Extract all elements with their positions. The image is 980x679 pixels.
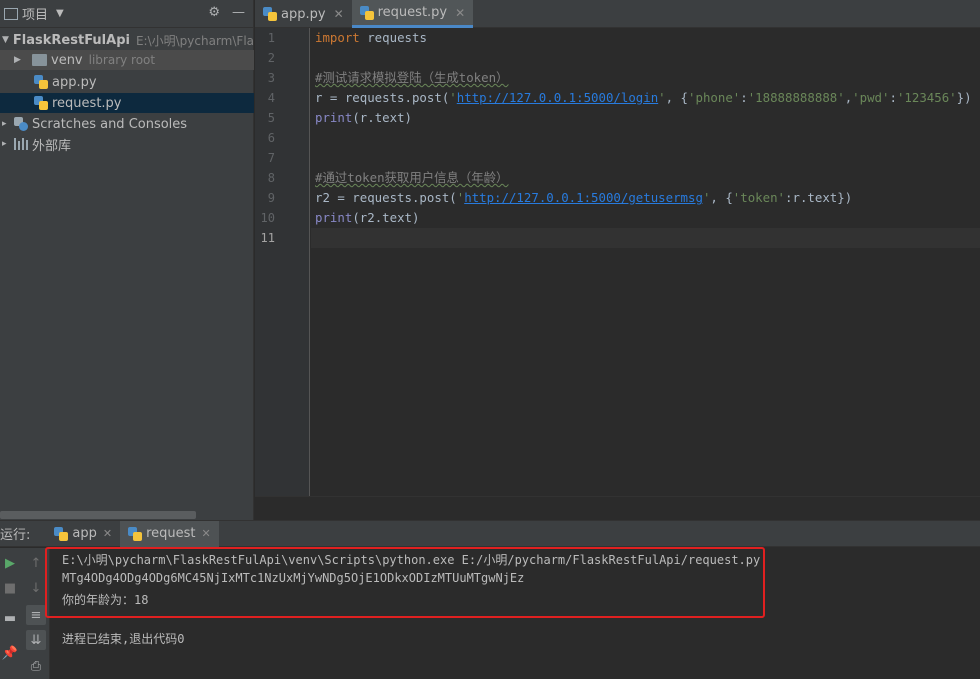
editor-bottom-area <box>255 496 980 520</box>
line-number: 9 <box>267 191 275 205</box>
current-line-highlight <box>311 228 980 248</box>
python-file-icon <box>128 526 143 541</box>
code-line-9: r2 = requests.post('http://127.0.0.1:500… <box>315 190 853 205</box>
arrow-down-icon[interactable]: ↓ <box>26 578 46 598</box>
tree-item-label: 外部库 <box>32 138 72 154</box>
line-number: 3 <box>267 71 275 85</box>
line-number: 11 <box>260 231 275 245</box>
pin-icon[interactable]: 📌 <box>0 643 20 663</box>
horizontal-scrollbar[interactable] <box>0 511 196 519</box>
tab-label: app.py <box>281 6 326 22</box>
console-line: 进程已结束,退出代码0 <box>62 632 185 646</box>
python-file-icon <box>34 96 48 110</box>
run-tab-request[interactable]: request ✕ <box>120 520 219 547</box>
editor-tabs: app.py ✕ request.py ✕ <box>255 0 980 28</box>
tree-item-label: Scratches and Consoles <box>32 116 188 132</box>
python-file-icon <box>54 526 69 541</box>
run-panel-header: 运行: app ✕ request ✕ <box>0 520 980 547</box>
code-line-8: #通过token获取用户信息（年龄） <box>315 170 509 185</box>
tree-item-app-py[interactable]: app.py <box>0 72 254 92</box>
rerun-icon[interactable]: ▶ <box>0 553 20 573</box>
tree-item-path: E:\小明\pycharm\Flas <box>135 33 254 48</box>
soft-wrap-icon[interactable]: ≡ <box>26 605 46 625</box>
close-icon[interactable]: ✕ <box>202 527 211 540</box>
minimize-icon[interactable]: — <box>232 5 245 20</box>
print-icon[interactable]: ⎙ <box>26 656 46 676</box>
line-number-gutter: 1 2 3 4 5 6 7 8 9 10 11 <box>255 28 310 496</box>
python-file-icon <box>263 7 277 21</box>
line-number: 4 <box>267 91 275 105</box>
tree-item-venv[interactable]: ▶ venv library root <box>0 50 254 70</box>
code-line-1: import requests <box>315 30 427 45</box>
expand-arrow-icon[interactable]: ▸ <box>2 139 14 149</box>
code-line-10: print(r2.text) <box>315 210 420 225</box>
close-icon[interactable]: ✕ <box>455 6 465 20</box>
tree-item-label: venv <box>51 52 83 68</box>
arrow-up-icon[interactable]: ↑ <box>26 553 46 573</box>
code-line-4: r = requests.post('http://127.0.0.1:5000… <box>315 90 972 105</box>
tab-app-py[interactable]: app.py ✕ <box>255 0 352 28</box>
tab-request-py[interactable]: request.py ✕ <box>351 0 474 28</box>
scroll-to-end-icon[interactable]: ⇊ <box>26 630 46 650</box>
folder-icon <box>32 54 47 66</box>
project-panel-title[interactable]: 项目 <box>22 4 48 23</box>
tree-item-label: request.py <box>52 95 122 111</box>
line-number: 5 <box>267 111 275 125</box>
expand-arrow-icon[interactable]: ▶ <box>14 55 26 65</box>
scratches-icon <box>14 117 28 131</box>
run-label: 运行: <box>0 528 31 543</box>
project-icon <box>4 7 18 20</box>
chevron-down-icon[interactable]: ▼ <box>56 8 64 19</box>
project-panel-header: 项目 ▼ ⚙ — <box>0 0 253 28</box>
tree-item-note: library root <box>88 53 156 67</box>
tab-label: request.py <box>377 5 448 20</box>
tree-item-scratches[interactable]: ▸ Scratches and Consoles <box>0 114 254 134</box>
layout-icon[interactable]: ▬ <box>0 608 20 628</box>
close-icon[interactable]: ✕ <box>103 527 112 540</box>
run-tab-label: request <box>146 526 196 541</box>
code-line-5: print(r.text) <box>315 110 412 125</box>
line-number: 2 <box>267 51 275 65</box>
code-line-3: #测试请求模拟登陆（生成token） <box>315 70 509 85</box>
tree-item-label: app.py <box>52 74 97 90</box>
highlight-annotation-box <box>45 547 765 618</box>
expand-arrow-icon[interactable]: ▼ <box>2 35 9 45</box>
tree-item-request-py[interactable]: request.py <box>0 93 254 113</box>
expand-arrow-icon[interactable]: ▸ <box>2 119 14 129</box>
tree-item-external-libs[interactable]: ▸ 外部库 <box>0 134 254 154</box>
line-number: 6 <box>267 131 275 145</box>
line-number: 1 <box>267 31 275 45</box>
library-icon <box>14 138 28 150</box>
code-editor[interactable]: import requests #测试请求模拟登陆（生成token） r = r… <box>311 28 980 496</box>
line-number: 10 <box>260 211 275 225</box>
run-toolbar: ▶ ■ ▬ 📌 ↑ ↓ ≡ ⇊ ⎙ <box>0 548 50 679</box>
project-panel: 项目 ▼ ⚙ — ▼ FlaskRestFulApi E:\小明\pycharm… <box>0 0 254 520</box>
tree-item-label: FlaskRestFulApi <box>12 32 130 48</box>
run-tab-app[interactable]: app ✕ <box>46 521 120 547</box>
line-number: 7 <box>267 151 275 165</box>
run-tab-label: app <box>72 526 97 541</box>
tree-item-flaskrestfulapi[interactable]: ▼ FlaskRestFulApi E:\小明\pycharm\Flas <box>0 30 254 50</box>
gear-icon[interactable]: ⚙ <box>208 5 220 20</box>
python-file-icon <box>34 75 48 89</box>
line-number: 8 <box>267 171 275 185</box>
close-icon[interactable]: ✕ <box>334 7 344 21</box>
stop-icon[interactable]: ■ <box>0 578 20 598</box>
python-file-icon <box>359 5 374 20</box>
